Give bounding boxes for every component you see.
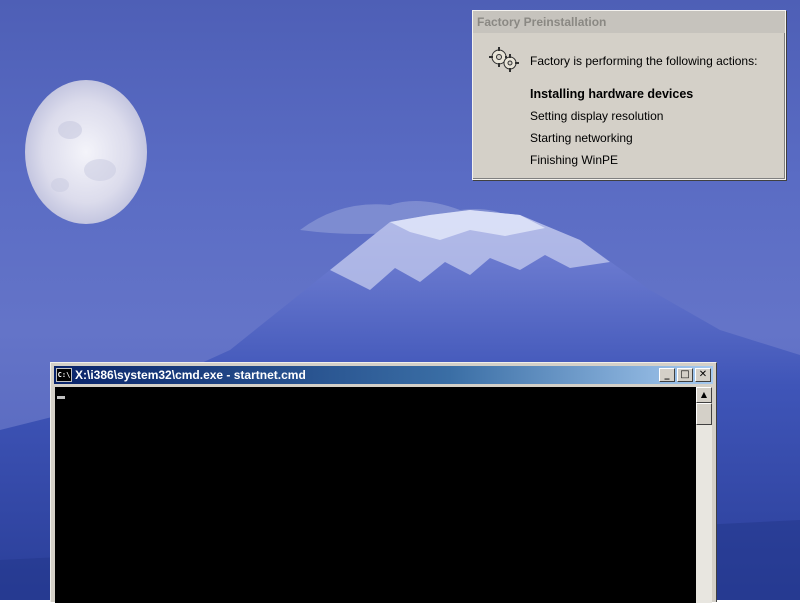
cmd-titlebar[interactable]: C:\ X:\i386\system32\cmd.exe - startnet.… bbox=[54, 366, 713, 384]
cmd-window[interactable]: C:\ X:\i386\system32\cmd.exe - startnet.… bbox=[50, 362, 717, 603]
text-cursor bbox=[57, 396, 65, 399]
moon bbox=[25, 80, 147, 224]
scroll-up-button[interactable]: ▲ bbox=[696, 387, 712, 403]
action-item: Finishing WinPE bbox=[530, 153, 619, 167]
minimize-button[interactable]: _ bbox=[659, 368, 675, 382]
action-item: Setting display resolution bbox=[530, 109, 664, 123]
maximize-button[interactable]: □ bbox=[677, 368, 693, 382]
action-list: Installing hardware devices Setting disp… bbox=[530, 83, 693, 171]
cmd-app-icon[interactable]: C:\ bbox=[56, 368, 72, 382]
console-output-area[interactable] bbox=[55, 387, 696, 603]
close-button[interactable]: ✕ bbox=[695, 368, 711, 382]
action-item-current: Installing hardware devices bbox=[530, 87, 694, 101]
action-item: Starting networking bbox=[530, 131, 633, 145]
factory-preinstallation-dialog: Factory Preinstallation Factory is perfo… bbox=[472, 10, 786, 180]
vertical-scrollbar[interactable]: ▲ bbox=[696, 387, 712, 603]
gears-icon bbox=[489, 47, 519, 72]
scrollbar-thumb[interactable] bbox=[696, 403, 712, 425]
dialog-intro-text: Factory is performing the following acti… bbox=[530, 54, 758, 68]
window-title: X:\i386\system32\cmd.exe - startnet.cmd bbox=[75, 368, 306, 382]
dialog-title: Factory Preinstallation bbox=[473, 11, 785, 33]
